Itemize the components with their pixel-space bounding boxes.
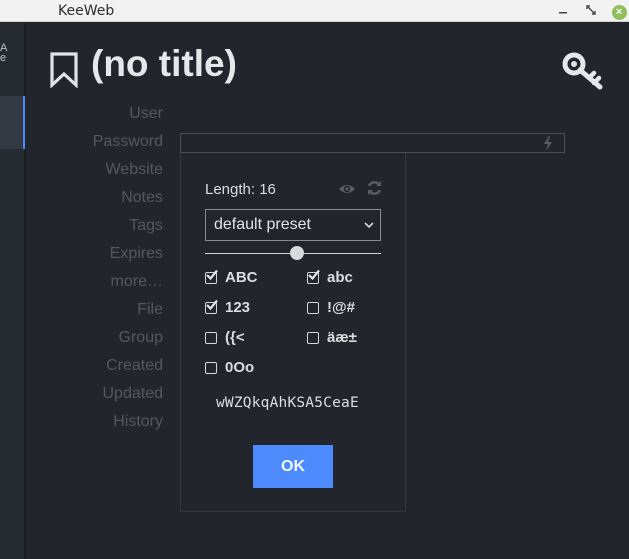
entry-title[interactable]: (no title) (91, 43, 237, 85)
chevron-down-icon (364, 222, 374, 229)
ok-button[interactable]: OK (253, 445, 333, 488)
close-button[interactable]: × (610, 2, 628, 20)
option-special[interactable]: !@# (307, 299, 387, 319)
generated-password[interactable]: wWZQkqAhKSA5CeaE (216, 395, 359, 411)
minimize-icon (559, 12, 567, 14)
checkbox-icon[interactable] (205, 299, 218, 314)
option-label: !@# (327, 299, 355, 316)
option-digits[interactable]: 123 (205, 299, 295, 319)
checkbox-icon[interactable] (307, 269, 320, 284)
key-icon[interactable] (562, 51, 606, 91)
length-label: Length: 16 (205, 181, 276, 198)
bolt-icon[interactable] (542, 136, 554, 151)
maximize-button[interactable] (582, 2, 600, 20)
length-slider-thumb[interactable] (289, 246, 304, 260)
refresh-icon[interactable] (367, 180, 382, 196)
checkmark-icon (206, 269, 218, 281)
field-label-history: History (113, 413, 163, 430)
entry-details-panel: (no title) User Password Website Notes T… (26, 23, 629, 559)
checkbox-icon[interactable] (307, 302, 319, 314)
option-brackets[interactable]: ({< (205, 329, 295, 349)
option-label: ABC (225, 269, 258, 286)
option-label: 0Oo (225, 359, 255, 376)
checkbox-icon[interactable] (205, 362, 217, 374)
field-label-website: Website (105, 161, 163, 178)
field-label-expires: Expires (109, 245, 163, 262)
window-titlebar: KeeWeb × (0, 0, 629, 22)
field-label-notes: Notes (121, 189, 163, 206)
option-label: abc (327, 269, 353, 286)
eye-icon[interactable] (338, 182, 356, 196)
checkbox-icon[interactable] (205, 269, 218, 284)
password-input[interactable] (180, 133, 565, 153)
field-label-password: Password (92, 133, 163, 150)
checkmark-icon (206, 299, 218, 311)
option-label: äæ± (327, 329, 357, 346)
field-label-user: User (129, 105, 163, 122)
bookmark-icon[interactable] (49, 52, 79, 88)
window-title: KeeWeb (58, 3, 115, 19)
option-label: ({< (225, 329, 245, 346)
option-uppercase[interactable]: ABC (205, 269, 295, 289)
left-menu-strip: Ae (0, 23, 25, 559)
field-label-created: Created (106, 357, 163, 374)
field-label-file: File (137, 301, 163, 318)
checkbox-icon[interactable] (205, 332, 217, 344)
option-lowercase[interactable]: abc (307, 269, 387, 289)
field-label-tags: Tags (129, 217, 163, 234)
menu-label-fragment: Ae (0, 42, 8, 64)
option-label: 123 (225, 299, 251, 316)
preset-select[interactable]: default preset (205, 209, 381, 241)
close-icon: × (611, 5, 627, 20)
option-ambiguous[interactable]: 0Oo (205, 359, 295, 379)
selected-list-item[interactable] (0, 96, 25, 149)
option-high-ascii[interactable]: äæ± (307, 329, 387, 349)
checkbox-icon[interactable] (307, 332, 319, 344)
password-generator-popup: Length: 16 default preset ABC abc 123 !@… (180, 153, 406, 512)
minimize-button[interactable] (554, 2, 572, 20)
preset-selected-value: default preset (214, 216, 311, 233)
field-label-updated: Updated (102, 385, 164, 402)
length-slider[interactable] (205, 246, 381, 260)
more-fields-link[interactable]: more… (111, 273, 163, 291)
field-label-group: Group (118, 329, 163, 346)
checkmark-icon (308, 269, 320, 281)
maximize-icon (586, 5, 596, 15)
